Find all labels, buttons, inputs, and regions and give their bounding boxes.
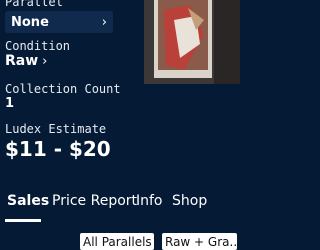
grade-filter-value: Raw + Gra... <box>165 234 237 249</box>
card-image[interactable] <box>144 0 240 84</box>
parallels-filter-select[interactable]: All Parallels ▼ <box>80 233 154 250</box>
condition-selector[interactable]: Raw › <box>5 53 47 69</box>
tab-price-report[interactable]: Price Report <box>52 193 137 209</box>
tab-sales[interactable]: Sales <box>7 193 49 209</box>
chevron-right-icon: › <box>101 14 107 30</box>
parallel-label: Parallel <box>5 0 63 9</box>
grade-filter-select[interactable]: Raw + Gra... ▼ <box>162 233 237 250</box>
tab-bar: Sales Price Report Info Shop <box>0 193 250 222</box>
condition-value: Raw <box>5 53 39 69</box>
active-tab-indicator <box>5 219 41 222</box>
collection-count-label: Collection Count <box>5 82 121 96</box>
card-photo-graphic <box>144 0 240 84</box>
parallel-value: None <box>11 14 49 30</box>
parallel-select[interactable]: None › <box>5 11 113 33</box>
estimate-value: $11 - $20 <box>5 137 111 161</box>
estimate-label: Ludex Estimate <box>5 122 107 136</box>
parallels-filter-value: All Parallels <box>83 234 152 249</box>
condition-label: Condition <box>5 39 71 53</box>
tab-shop[interactable]: Shop <box>172 193 207 209</box>
collection-count-value: 1 <box>5 96 15 111</box>
tab-info[interactable]: Info <box>136 193 163 209</box>
chevron-right-icon: › <box>42 53 48 69</box>
caret-down-icon: ▼ <box>152 237 155 247</box>
